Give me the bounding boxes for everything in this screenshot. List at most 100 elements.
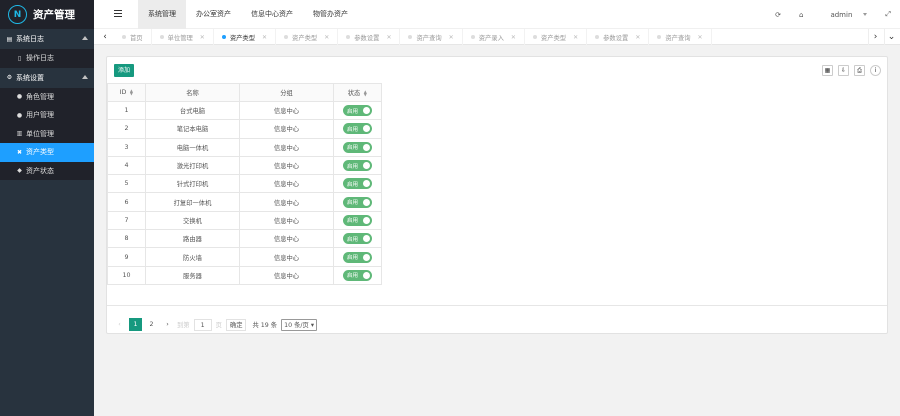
close-icon[interactable]: ✕ bbox=[635, 34, 640, 41]
page-unit-label: 页 bbox=[215, 322, 222, 329]
page-size-select[interactable]: 10 条/页 ▾ bbox=[281, 318, 318, 331]
tab-asset-type[interactable]: 资产类型 ✕ bbox=[276, 29, 339, 45]
status-toggle[interactable]: 启用 bbox=[343, 251, 372, 263]
table-toolbar: 添加 ▦ ⇩ ⎙ i bbox=[107, 57, 887, 83]
print-icon[interactable]: ⎙ bbox=[854, 65, 865, 76]
cell-state: 启用 bbox=[333, 210, 382, 231]
tab-asset-entry[interactable]: 资产录入 ✕ bbox=[463, 29, 525, 45]
sidebar-item-label: 用户管理 bbox=[26, 111, 54, 120]
table-row: 3 电脑一体机 信息中心 启用 bbox=[107, 137, 382, 157]
status-toggle[interactable]: 启用 bbox=[343, 196, 372, 208]
tab-dot-icon bbox=[284, 35, 289, 39]
sidebar-group-system-log[interactable]: ▤ 系统日志 bbox=[0, 29, 94, 49]
menu-toggle-icon[interactable] bbox=[114, 10, 122, 18]
tab-scroll-right-icon[interactable]: › bbox=[868, 29, 882, 45]
sidebar-item-role-management[interactable]: ● 角色管理 bbox=[0, 88, 94, 107]
tab-label: 资产录入 bbox=[478, 34, 504, 42]
table-row: 2 笔记本电脑 信息中心 启用 bbox=[107, 119, 382, 139]
sidebar-group-system-settings[interactable]: ⚙ 系统设置 bbox=[0, 67, 94, 88]
prev-page-icon[interactable]: ‹ bbox=[113, 318, 126, 331]
sort-icon[interactable]: ▲ ▼ bbox=[363, 90, 367, 97]
table-row: 5 针式打印机 信息中心 启用 bbox=[107, 174, 382, 194]
cell-id: 4 bbox=[107, 155, 146, 176]
page-button-1[interactable]: 1 bbox=[129, 318, 142, 331]
top-nav-office-assets[interactable]: 办公室资产 bbox=[186, 0, 241, 29]
tab-asset-type[interactable]: 资产类型 ✕ bbox=[214, 29, 277, 45]
add-button[interactable]: 添加 bbox=[114, 64, 134, 77]
page-button-2[interactable]: 2 bbox=[145, 318, 158, 331]
sidebar-item-asset-type[interactable]: ✖ 资产类型 bbox=[0, 143, 94, 162]
close-icon[interactable]: ✕ bbox=[386, 34, 391, 41]
tab-asset-query[interactable]: 资产查询 ✕ bbox=[649, 29, 712, 45]
status-toggle[interactable]: 启用 bbox=[343, 233, 372, 245]
sort-icon[interactable]: ▲ ▼ bbox=[129, 89, 133, 96]
top-nav-info-center-assets[interactable]: 信息中心资产 bbox=[241, 0, 303, 29]
toggle-knob bbox=[363, 162, 370, 170]
tab-menu-chevron-down-icon[interactable]: ⌄ bbox=[884, 29, 898, 45]
close-icon[interactable]: ✕ bbox=[698, 34, 703, 41]
tab-parameter-settings[interactable]: 参数设置 ✕ bbox=[587, 29, 650, 45]
status-toggle[interactable]: 启用 bbox=[343, 160, 372, 172]
sidebar-item-asset-status[interactable]: ◆ 资产状态 bbox=[0, 162, 94, 181]
cell-group: 信息中心 bbox=[239, 174, 334, 194]
export-icon[interactable]: ⇩ bbox=[838, 65, 849, 76]
status-toggle[interactable]: 启用 bbox=[343, 105, 372, 117]
refresh-icon[interactable]: ⟳ bbox=[775, 11, 781, 19]
sidebar-item-unit-management[interactable]: ▥ 单位管理 bbox=[0, 125, 94, 144]
next-page-icon[interactable]: › bbox=[161, 318, 174, 331]
close-icon[interactable]: ✕ bbox=[324, 34, 329, 41]
column-header-state[interactable]: 状态 ▲ ▼ bbox=[333, 83, 382, 102]
top-nav-system-management[interactable]: 系统管理 bbox=[138, 0, 186, 29]
tab-label: 资产查询 bbox=[416, 34, 442, 42]
tab-parameter-settings[interactable]: 参数设置 ✕ bbox=[338, 29, 401, 45]
cell-name: 路由器 bbox=[145, 229, 240, 249]
sidebar: N 资产管理 ▤ 系统日志 ▯ 操作日志 ⚙ 系统设置 ● 角色管理 ● 用户管… bbox=[0, 0, 94, 416]
tab-label: 参数设置 bbox=[603, 34, 629, 42]
close-icon[interactable]: ✕ bbox=[573, 34, 578, 41]
cell-id: 9 bbox=[107, 247, 146, 267]
columns-filter-icon[interactable]: ▦ bbox=[822, 65, 833, 76]
tab-dot-icon bbox=[595, 35, 600, 39]
tab-home[interactable]: 首页 bbox=[114, 29, 152, 45]
status-toggle[interactable]: 启用 bbox=[343, 178, 372, 190]
status-toggle[interactable]: 启用 bbox=[343, 214, 372, 226]
sidebar-item-user-management[interactable]: ● 用户管理 bbox=[0, 106, 94, 125]
tab-label: 资产类型 bbox=[229, 34, 255, 42]
status-toggle-label: 启用 bbox=[347, 181, 359, 188]
tab-label: 首页 bbox=[130, 34, 143, 42]
info-icon[interactable]: i bbox=[870, 65, 881, 76]
status-toggle[interactable]: 启用 bbox=[343, 123, 372, 135]
tab-asset-type[interactable]: 资产类型 ✕ bbox=[525, 29, 588, 45]
goto-page-input[interactable]: 1 bbox=[193, 318, 212, 331]
fullscreen-icon[interactable]: ⤢ bbox=[885, 10, 891, 19]
logo[interactable]: N 资产管理 bbox=[0, 0, 94, 29]
user-menu[interactable]: admin bbox=[821, 11, 868, 19]
close-icon[interactable]: ✕ bbox=[511, 34, 516, 41]
toggle-knob bbox=[363, 271, 370, 279]
confirm-button[interactable]: 确定 bbox=[225, 318, 247, 331]
sidebar-item-operation-log[interactable]: ▯ 操作日志 bbox=[0, 49, 94, 68]
tab-scroll-left-icon[interactable]: ‹ bbox=[98, 29, 112, 45]
column-header-id[interactable]: ID ▲ ▼ bbox=[107, 83, 146, 102]
institution-icon: ▥ bbox=[16, 130, 23, 138]
tab-label: 单位管理 bbox=[167, 34, 193, 42]
cell-group: 信息中心 bbox=[239, 137, 334, 157]
clear-cache-icon[interactable]: ⌂ bbox=[799, 11, 803, 19]
tab-dot-icon bbox=[122, 35, 126, 39]
close-icon[interactable]: ✕ bbox=[200, 34, 205, 41]
status-toggle[interactable]: 启用 bbox=[343, 141, 372, 153]
cell-state: 启用 bbox=[333, 100, 382, 121]
close-icon[interactable]: ✕ bbox=[262, 34, 267, 41]
cell-group: 信息中心 bbox=[239, 265, 334, 285]
close-icon[interactable]: ✕ bbox=[449, 34, 454, 41]
top-nav-property-office-assets[interactable]: 物管办资产 bbox=[303, 0, 358, 29]
status-toggle[interactable]: 启用 bbox=[343, 269, 372, 281]
status-toggle-label: 启用 bbox=[347, 163, 359, 170]
tab-unit-management[interactable]: 单位管理 ✕ bbox=[152, 29, 214, 45]
status-toggle-label: 启用 bbox=[347, 200, 359, 207]
tab-asset-query[interactable]: 资产查询 ✕ bbox=[400, 29, 463, 45]
cell-state: 启用 bbox=[333, 119, 382, 139]
cell-id: 5 bbox=[107, 174, 146, 194]
toggle-knob bbox=[363, 107, 370, 115]
status-toggle-label: 启用 bbox=[347, 145, 359, 152]
